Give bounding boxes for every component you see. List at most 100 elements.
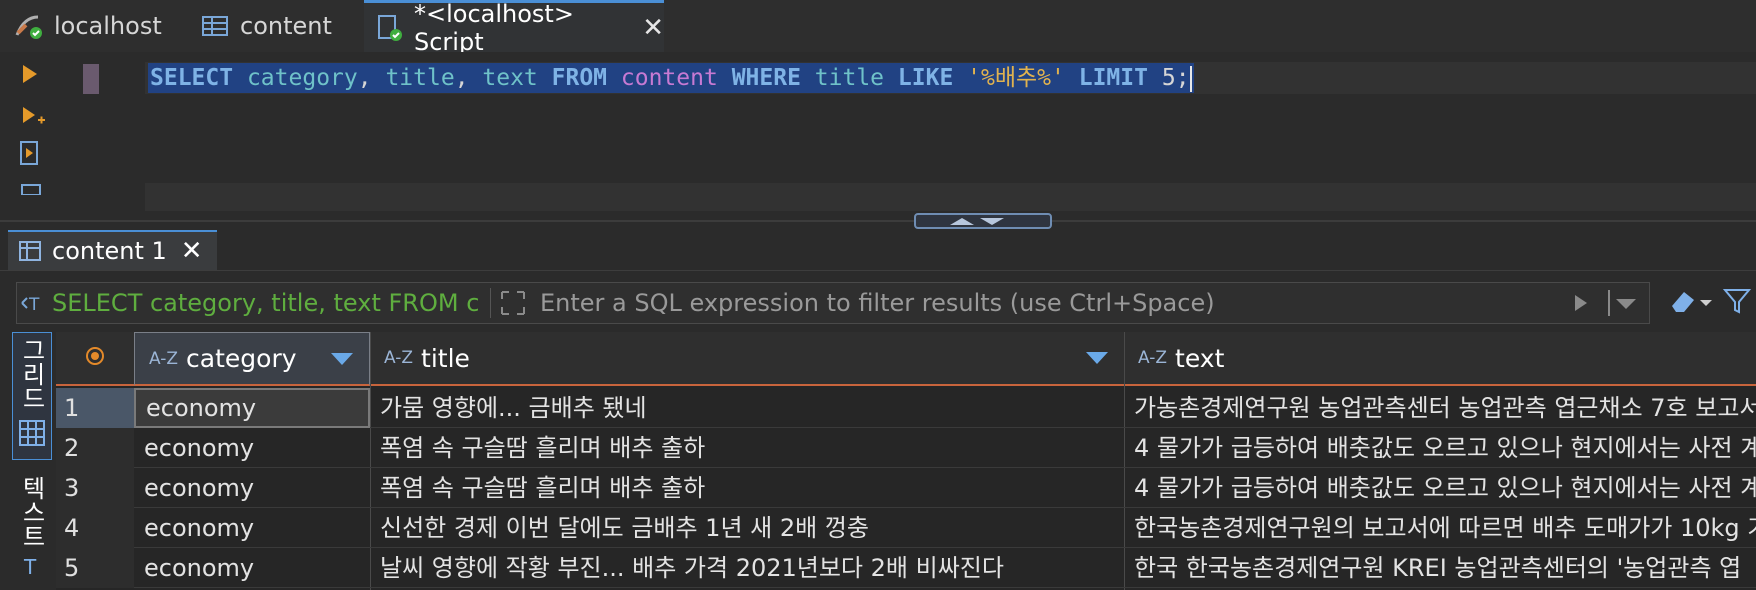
tab-label: localhost — [54, 12, 162, 40]
sql-token: , — [454, 65, 483, 91]
table-row[interactable]: 3 economy 폭염 속 구슬땀 흘리며 배추 출하 4 물가가 급등하여 … — [56, 468, 1756, 508]
cell-title[interactable]: 날씨 영향에 작황 부진... 배추 가격 2021년보다 2배 비싸진다 — [370, 548, 1124, 588]
table-row[interactable]: 1 economy 가뭄 영향에... 금배추 됐네 가농촌경제연구원 농업관측… — [56, 388, 1756, 428]
text-view-icon: T — [20, 554, 44, 586]
sql-token: title — [814, 65, 885, 91]
cell-text[interactable]: 가농촌경제연구원 농업관측센터 농업관측 엽근채소 7호 보고서 — [1124, 388, 1756, 428]
sql-token: LIKE — [897, 65, 954, 91]
sql-token: '%배추%' — [967, 65, 1065, 91]
history-icon[interactable] — [20, 180, 42, 199]
sql-query-icon: T — [20, 292, 48, 318]
sql-token: title — [385, 65, 455, 91]
database-connection-icon — [14, 11, 44, 41]
sql-token: SELECT — [150, 65, 234, 91]
filter-placeholder: Enter a SQL expression to filter results… — [540, 289, 1215, 317]
table-row[interactable]: 5 economy 날씨 영향에 작황 부진... 배추 가격 2021년보다 … — [56, 548, 1756, 588]
cell-category[interactable]: economy — [134, 428, 370, 468]
sql-token: category — [246, 65, 358, 91]
table-row[interactable]: 4 economy 신선한 경제 이번 달에도 금배추 1년 새 2배 껑충 한… — [56, 508, 1756, 548]
sql-token: ; — [1175, 65, 1190, 91]
cell-text[interactable]: 4 물가가 급등하여 배춧값도 오르고 있으나 현지에서는 사전 계 — [1124, 428, 1756, 468]
table-icon — [200, 11, 230, 41]
sql-token: 5 — [1161, 65, 1176, 91]
sql-token: WHERE — [731, 65, 801, 91]
cell-text[interactable]: 한국농촌경제연구원의 보고서에 따르면 배추 도매가가 10kg 기 — [1124, 508, 1756, 548]
filter-icon[interactable] — [1722, 286, 1752, 320]
panel-divider — [0, 220, 1756, 222]
column-name: category — [186, 344, 297, 373]
execute-statement-icon[interactable] — [20, 62, 40, 90]
sort-dropdown-icon[interactable] — [331, 353, 353, 365]
text-type-icon: A-Z — [149, 348, 179, 369]
tab-script[interactable]: *<localhost> Script ✕ — [364, 0, 664, 56]
maximize-restore-splitter[interactable] — [914, 213, 1052, 229]
cell-category[interactable]: economy — [134, 548, 370, 588]
tab-label: *<localhost> Script — [414, 0, 574, 56]
column-name: text — [1175, 343, 1225, 373]
eraser-icon[interactable] — [1668, 286, 1714, 320]
tab-content[interactable]: content — [200, 0, 360, 52]
close-tab-icon[interactable]: ✕ — [642, 13, 664, 43]
tab-label: content 1 — [52, 237, 167, 265]
tab-label: content — [240, 12, 332, 40]
cell-title[interactable]: 가뭄 영향에... 금배추 됐네 — [370, 388, 1124, 428]
tab-label: 텍스트 — [17, 476, 46, 548]
grid-table-icon — [18, 239, 42, 263]
row-number[interactable]: 1 — [56, 388, 134, 428]
tab-text-view[interactable]: 텍스트 T — [12, 472, 52, 590]
cell-category[interactable]: economy — [134, 468, 370, 508]
cell-text[interactable]: 4 물가가 급등하여 배춧값도 오르고 있으나 현지에서는 사전 계 — [1124, 468, 1756, 508]
apply-filter-icon[interactable] — [1572, 292, 1590, 318]
filter-query-text: SELECT category, title, text FROM c — [52, 289, 480, 317]
cell-title[interactable]: 폭염 속 구슬땀 흘리며 배추 출하 — [370, 468, 1124, 508]
sql-token: LIMIT — [1078, 65, 1148, 91]
close-tab-icon[interactable]: ✕ — [181, 236, 203, 266]
results-tab-bar — [0, 230, 1756, 271]
svg-text:T: T — [23, 555, 37, 579]
column-header-category[interactable]: A-Z category — [134, 332, 370, 386]
cell-title[interactable]: 폭염 속 구슬땀 흘리며 배추 출하 — [370, 428, 1124, 468]
row-number[interactable]: 3 — [56, 468, 134, 508]
filter-history-dropdown-icon[interactable] — [1614, 294, 1638, 316]
tab-grid-view[interactable]: 그리드 — [12, 332, 52, 460]
grid-icon — [17, 418, 47, 454]
sql-token: text — [482, 65, 538, 91]
sort-dropdown-icon[interactable] — [1086, 352, 1108, 364]
editor-empty-line — [145, 183, 1756, 211]
execute-script-icon[interactable] — [20, 104, 46, 132]
sql-token: content — [620, 65, 718, 91]
column-header-text[interactable]: A-Z text — [1124, 332, 1756, 386]
tab-results-content-1[interactable]: content 1 ✕ — [8, 230, 217, 270]
text-type-icon: A-Z — [384, 348, 414, 368]
column-header-title[interactable]: A-Z title — [370, 332, 1124, 386]
table-row[interactable]: 2 economy 폭염 속 구슬땀 흘리며 배추 출하 4 물가가 급등하여 … — [56, 428, 1756, 468]
cell-title[interactable]: 신선한 경제 이번 달에도 금배추 1년 새 2배 껑충 — [370, 508, 1124, 548]
row-number-header[interactable] — [56, 332, 134, 386]
record-mode-icon — [84, 344, 106, 373]
row-number[interactable]: 5 — [56, 548, 134, 588]
sql-script-icon — [374, 13, 404, 43]
tab-localhost[interactable]: localhost — [14, 0, 194, 52]
expand-icon[interactable] — [498, 288, 528, 322]
text-type-icon: A-Z — [1138, 348, 1168, 368]
sql-statement[interactable]: SELECT category, title, text FROM conten… — [148, 63, 1194, 93]
tab-label: 그리드 — [17, 338, 46, 410]
cell-category[interactable]: economy — [134, 388, 370, 428]
svg-text:T: T — [28, 295, 40, 314]
column-name: title — [421, 343, 470, 373]
row-number[interactable]: 4 — [56, 508, 134, 548]
cell-text[interactable]: 한국 한국농촌경제연구원 KREI 농업관측센터의 '농업관측 엽 — [1124, 548, 1756, 588]
text-cursor — [1189, 65, 1192, 92]
row-number[interactable]: 2 — [56, 428, 134, 468]
explain-plan-icon[interactable] — [18, 140, 42, 170]
cell-category[interactable]: economy — [134, 508, 370, 548]
line-marker — [83, 64, 99, 94]
